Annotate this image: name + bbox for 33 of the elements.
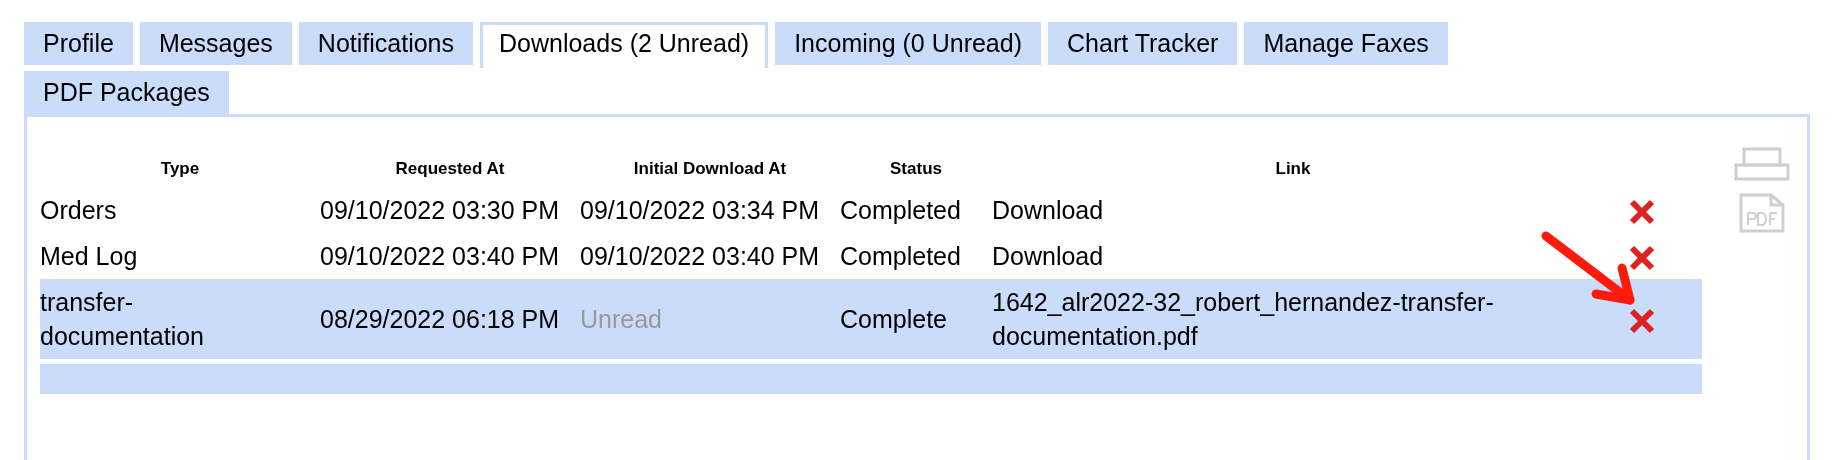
table-cell: Med Log [40, 242, 138, 270]
download-link[interactable]: Download [992, 193, 1104, 227]
tab[interactable]: Incoming (0 Unread) [775, 22, 1041, 65]
tab[interactable]: PDF Packages [24, 71, 229, 114]
tab[interactable]: Notifications [298, 22, 473, 65]
column-header: Requested At [395, 159, 505, 178]
table-cell: transfer-documentation [40, 288, 204, 350]
table-cell: 09/10/2022 03:40 PM [320, 242, 560, 270]
column-header: Type [160, 159, 200, 178]
tab[interactable]: Manage Faxes [1244, 22, 1448, 65]
table-row[interactable]: Med Log 09/10/2022 03:40 PM 09/10/2022 03:40 PM Completed Download [40, 233, 1702, 279]
column-header: Link [1275, 159, 1311, 178]
download-link[interactable]: Download [992, 239, 1104, 273]
table-cell: Completed [840, 196, 961, 224]
column-header: Status [890, 159, 942, 178]
delete-icon[interactable] [1629, 308, 1655, 335]
table-cell: Orders [40, 196, 117, 224]
delete-icon[interactable] [1629, 199, 1655, 226]
table-cell: 08/29/2022 06:18 PM [320, 305, 560, 333]
table-row[interactable]: transfer-documentation 08/29/2022 06:18 PM Unread Complete 1642_alr2022-32_robert_hernandez-transfer-documentation.pdf [40, 279, 1702, 359]
tab[interactable]: Downloads (2 Unread) [480, 22, 769, 68]
table-cell: Complete [840, 305, 947, 333]
table-cell: Unread [580, 305, 662, 333]
table-row[interactable]: Orders 09/10/2022 03:30 PM 09/10/2022 03:34 PM Completed Download [40, 187, 1702, 233]
table-cell: Completed [840, 242, 961, 270]
table-cell: 09/10/2022 03:34 PM [580, 196, 820, 224]
column-header: Initial Download At [633, 159, 787, 178]
delete-icon[interactable] [1629, 245, 1655, 272]
table-cell: 09/10/2022 03:40 PM [580, 242, 820, 270]
tab[interactable]: Profile [24, 22, 133, 65]
tab[interactable]: Chart Tracker [1048, 22, 1238, 65]
table-cell: 09/10/2022 03:30 PM [320, 196, 560, 224]
tab[interactable]: Messages [139, 22, 292, 65]
